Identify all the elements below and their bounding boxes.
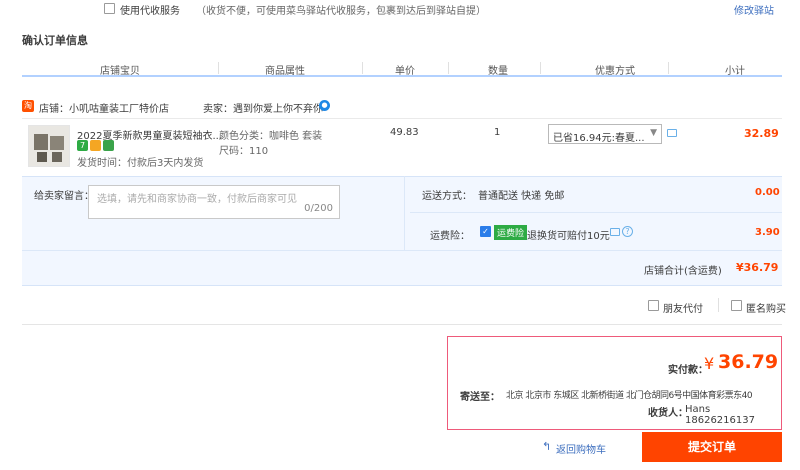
discount-selected-value: 已省16.94元:春夏... <box>553 133 645 144</box>
chevron-down-icon: ▼ <box>650 128 657 138</box>
item-badges: 7 <box>77 140 114 151</box>
credit-card-icon <box>90 140 101 151</box>
panel-divider <box>404 176 405 250</box>
insurance-description: 退换货可赔付10元 <box>527 231 610 242</box>
shipping-method: 普通配送 快递 免邮 <box>478 191 565 202</box>
anonymous-label: 匿名购买 <box>746 304 786 315</box>
item-top-border <box>22 118 782 119</box>
item-price: 49.83 <box>390 127 419 138</box>
discount-select[interactable]: 已省16.94元:春夏... ▼ <box>548 124 662 144</box>
back-arrow-icon[interactable]: ↰ <box>542 440 551 453</box>
item-subtotal: 32.89 <box>744 127 779 140</box>
item-attr-color: 颜色分类：咖啡色 套装 <box>219 131 323 142</box>
cod-description: （收货不便，可使用菜鸟驿站代收服务，包裹到达后到驿站自提） <box>196 6 486 17</box>
seller-name[interactable]: 卖家：遇到你爱上你不弃你 <box>203 100 323 115</box>
item-quantity: 1 <box>494 127 501 138</box>
receiver-info: Hans 18626216137 <box>685 404 755 426</box>
panel-row-divider <box>410 212 782 213</box>
chat-wangwang-icon[interactable]: ● <box>319 100 330 111</box>
help-icon[interactable]: ? <box>622 226 633 237</box>
receiver-label: 收货人： <box>648 408 688 419</box>
comment-icon[interactable] <box>610 228 620 236</box>
message-input[interactable]: 选填，请先和商家协商一致，付款后商家可见 0/200 <box>88 185 340 219</box>
anonymous-checkbox[interactable] <box>731 300 742 311</box>
options-bottom-border <box>22 324 782 325</box>
shipping-label: 运送方式： <box>422 191 472 202</box>
shield-icon <box>103 140 114 151</box>
shop-name[interactable]: 店铺：小叽咕童装工厂特价店 <box>39 100 169 115</box>
order-summary-box: 实付款： ¥ 36.79 寄送至： 北京 北京市 东城区 北新桥街道 北门仓胡同… <box>447 336 782 430</box>
cod-label: 使用代收服务 <box>120 6 180 17</box>
column-divider <box>540 62 541 74</box>
shipping-price: 0.00 <box>755 187 780 198</box>
panel-total-divider <box>22 250 782 251</box>
currency-symbol: ¥ <box>704 354 715 373</box>
message-label: 给卖家留言： <box>34 191 94 202</box>
back-to-cart-link[interactable]: 返回购物车 <box>556 441 606 456</box>
insurance-label: 运费险： <box>430 231 470 242</box>
column-divider <box>448 62 449 74</box>
item-attr-size: 尺码：110 <box>219 146 269 157</box>
clothing-image-icon <box>34 134 64 162</box>
friend-pay-checkbox[interactable] <box>648 300 659 311</box>
taobao-shop-icon: 淘 <box>22 100 34 112</box>
comment-icon[interactable] <box>667 129 677 137</box>
insurance-price: 3.90 <box>755 227 780 238</box>
cod-checkbox[interactable] <box>104 3 115 14</box>
column-divider <box>218 62 219 74</box>
submit-order-button[interactable]: 提交订单 <box>642 432 782 462</box>
pay-label: 实付款： <box>668 365 708 376</box>
column-divider <box>362 62 363 74</box>
pay-amount: 36.79 <box>718 351 779 373</box>
shop-total-value: ¥36.79 <box>736 261 779 274</box>
ship-to-label: 寄送至： <box>460 392 500 403</box>
section-title: 确认订单信息 <box>22 34 88 47</box>
shop-total-label: 店铺合计(含运费) <box>644 266 722 277</box>
friend-pay-label: 朋友代付 <box>663 304 703 315</box>
message-char-count: 0/200 <box>304 203 333 214</box>
ship-time: 发货时间：付款后3天内发货 <box>77 158 204 169</box>
seven-day-return-icon: 7 <box>77 140 88 151</box>
item-thumbnail[interactable] <box>28 125 70 167</box>
modify-station-link[interactable]: 修改驿站 <box>734 2 774 17</box>
header-underline <box>22 75 782 77</box>
message-placeholder: 选填，请先和商家协商一致，付款后商家可见 <box>97 194 297 205</box>
ship-to-address: 北京 北京市 东城区 北新桥街道 北门仓胡同6号中国体育彩票东40 <box>506 391 753 401</box>
column-divider <box>668 62 669 74</box>
option-divider <box>718 298 719 312</box>
insurance-tag: 运费险 <box>494 225 528 240</box>
insurance-checkbox[interactable]: ✓ <box>480 226 491 237</box>
